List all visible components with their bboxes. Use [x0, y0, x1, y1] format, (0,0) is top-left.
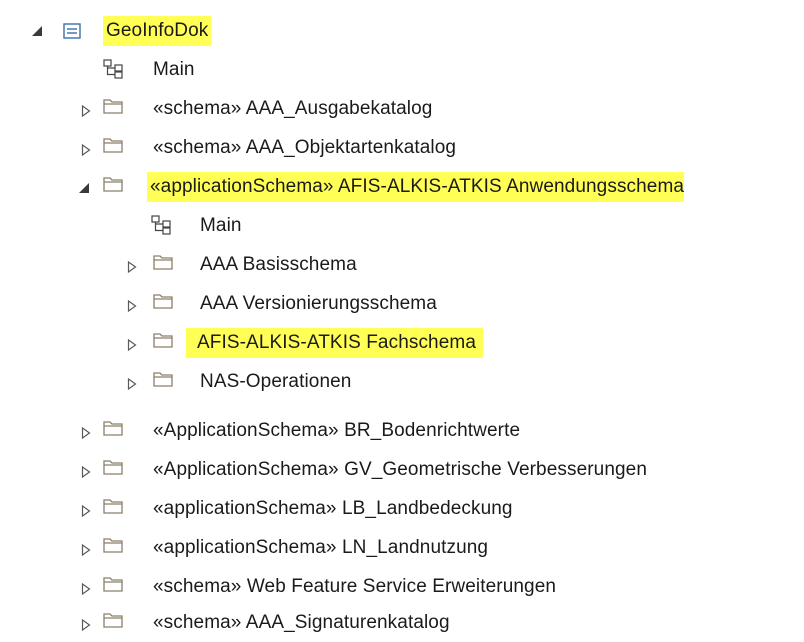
tree-node-label: «schema» AAA_Objektartenkatalog [153, 137, 457, 158]
expand-arrow-icon[interactable] [79, 504, 93, 518]
collapse-arrow-icon[interactable] [77, 181, 91, 195]
expand-arrow-icon[interactable] [79, 582, 93, 596]
expand-arrow-icon[interactable] [79, 618, 93, 632]
diagram-icon [103, 59, 123, 79]
tree-node-main[interactable]: Main [0, 51, 804, 89]
tree-node-label: «schema» AAA_Signaturenkatalog [153, 612, 450, 633]
tree-node-label: «ApplicationSchema» BR_Bodenrichtwerte [153, 420, 521, 441]
tree-node-label: «applicationSchema» AFIS-ALKIS-ATKIS Anw… [147, 172, 685, 202]
expand-arrow-icon[interactable] [79, 426, 93, 440]
package-icon [62, 21, 82, 41]
tree-node-label: «applicationSchema» LN_Landnutzung [153, 537, 489, 558]
collapse-arrow-icon[interactable] [30, 24, 44, 38]
expand-arrow-icon[interactable] [125, 377, 139, 391]
folder-icon [103, 135, 123, 155]
folder-icon [153, 291, 173, 311]
tree-node-label: AAA Versionierungsschema [200, 293, 437, 314]
tree-node-label: «schema» Web Feature Service Erweiterung… [153, 576, 557, 597]
tree-node-aaa-versionierungsschema[interactable]: AAA Versionierungsschema [0, 285, 804, 323]
expand-arrow-icon[interactable] [79, 143, 93, 157]
folder-icon [103, 174, 123, 194]
tree-node-label: Main [200, 215, 242, 236]
folder-icon [103, 496, 123, 516]
tree-node-gv-geometrische-verbesserungen[interactable]: «ApplicationSchema» GV_Geometrische Verb… [0, 451, 804, 489]
folder-icon [153, 330, 173, 350]
folder-icon [153, 252, 173, 272]
tree-node-label: GeoInfoDok [103, 16, 212, 46]
tree-node-geoinfodok[interactable]: GeoInfoDok [0, 12, 804, 50]
tree-node-label: NAS-Operationen [200, 371, 352, 392]
tree-node-label: Main [153, 59, 195, 80]
tree-node-afis-alkis-atkis-fachschema[interactable]: AFIS-ALKIS-ATKIS Fachschema [0, 324, 804, 362]
tree-node-nas-operationen[interactable]: NAS-Operationen [0, 363, 804, 401]
tree-node-main-child[interactable]: Main [0, 207, 804, 245]
project-tree: GeoInfoDok Main «schema» AAA_Ausgabekata… [0, 0, 804, 642]
expand-arrow-icon[interactable] [125, 260, 139, 274]
tree-node-label: AFIS-ALKIS-ATKIS Fachschema [186, 328, 483, 358]
tree-node-label: «applicationSchema» LB_Landbedeckung [153, 498, 513, 519]
expand-arrow-icon[interactable] [125, 338, 139, 352]
expand-arrow-icon[interactable] [79, 543, 93, 557]
tree-node-label: «ApplicationSchema» GV_Geometrische Verb… [153, 459, 648, 480]
tree-node-aaa-basisschema[interactable]: AAA Basisschema [0, 246, 804, 284]
tree-node-aaa-ausgabekatalog[interactable]: «schema» AAA_Ausgabekatalog [0, 90, 804, 128]
tree-node-br-bodenrichtwerte[interactable]: «ApplicationSchema» BR_Bodenrichtwerte [0, 412, 804, 450]
tree-node-label: AAA Basisschema [200, 254, 357, 275]
folder-icon [103, 418, 123, 438]
expand-arrow-icon[interactable] [79, 104, 93, 118]
folder-icon [153, 369, 173, 389]
folder-icon [103, 457, 123, 477]
tree-node-lb-landbedeckung[interactable]: «applicationSchema» LB_Landbedeckung [0, 490, 804, 528]
tree-node-ln-landnutzung[interactable]: «applicationSchema» LN_Landnutzung [0, 529, 804, 567]
expand-arrow-icon[interactable] [79, 465, 93, 479]
folder-icon [103, 535, 123, 555]
folder-icon [103, 96, 123, 116]
folder-icon [103, 574, 123, 594]
diagram-icon [151, 215, 171, 235]
tree-node-label: «schema» AAA_Ausgabekatalog [153, 98, 433, 119]
folder-icon [103, 610, 123, 630]
expand-arrow-icon[interactable] [125, 299, 139, 313]
tree-node-aaa-objektartenkatalog[interactable]: «schema» AAA_Objektartenkatalog [0, 129, 804, 167]
tree-node-afis-alkis-atkis-anwendungsschema[interactable]: «applicationSchema» AFIS-ALKIS-ATKIS Anw… [0, 168, 804, 206]
tree-node-web-feature-service-erweiterungen[interactable]: «schema» Web Feature Service Erweiterung… [0, 568, 804, 606]
tree-node-aaa-signaturenkatalog[interactable]: «schema» AAA_Signaturenkatalog [0, 604, 804, 642]
